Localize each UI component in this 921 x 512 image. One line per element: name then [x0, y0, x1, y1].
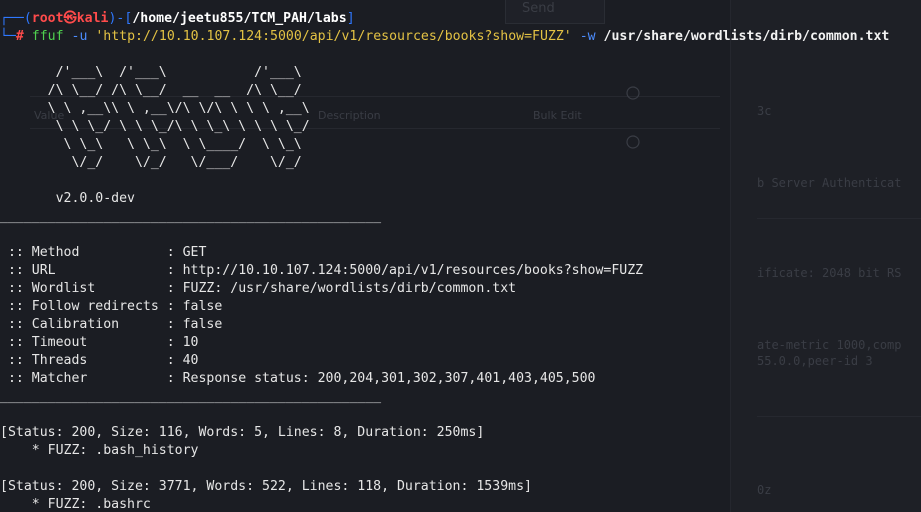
background-text-5: 55.0.0,peer-id 3: [757, 354, 873, 368]
config-value: : Response status: 200,204,301,302,307,4…: [166, 371, 596, 386]
config-row-method: :: Method : GET: [0, 244, 207, 262]
background-text-2: b Server Authenticat: [757, 176, 902, 190]
config-key: :: Calibration: [0, 317, 167, 332]
config-row-matcher: :: Matcher : Response status: 200,204,30…: [0, 370, 596, 388]
prompt-line: ┌──(root㉿kali)-[/home/jeetu855/TCM_PAH/l…: [0, 11, 355, 26]
banner-art-line: \ \ ,__\\ \ ,__\/\ \/\ \ \ \ ,__\: [0, 101, 310, 116]
config-value: : false: [166, 317, 223, 332]
config-key: :: Timeout: [0, 335, 167, 350]
result-fuzz-line: * FUZZ: .bashrc: [0, 497, 151, 512]
prompt-path: /home/jeetu855/TCM_PAH/labs: [132, 11, 347, 26]
config-row-follow-redirects: :: Follow redirects : false: [0, 298, 222, 316]
terminal-window[interactable]: Send Value Description Bulk Edit 3c b Se…: [0, 0, 921, 512]
background-text-1: 3c: [757, 104, 772, 118]
result-status-line: [Status: 200, Size: 3771, Words: 522, Li…: [0, 479, 532, 494]
command-flag-w: -w: [579, 29, 596, 44]
config-key: :: Threads: [0, 353, 167, 368]
config-key: :: URL: [0, 263, 167, 278]
background-bulk-edit: Bulk Edit: [533, 109, 582, 122]
config-key: :: Method: [0, 245, 167, 260]
config-value: : 40: [166, 353, 199, 368]
config-row-timeout: :: Timeout : 10: [0, 334, 199, 352]
config-row-threads: :: Threads : 40: [0, 352, 199, 370]
separator-bottom: ________________________________________…: [0, 389, 382, 404]
banner-version: v2.0.0-dev: [0, 191, 135, 206]
command-wordlist: /usr/share/wordlists/dirb/common.txt: [603, 29, 890, 44]
config-row-wordlist: :: Wordlist : FUZZ: /usr/share/wordlists…: [0, 280, 516, 298]
background-send-button: Send: [505, 0, 605, 24]
command-line[interactable]: └─# ffuf -u 'http://10.10.107.124:5000/a…: [0, 28, 889, 46]
config-value: : false: [166, 299, 223, 314]
banner-art-line: \ \_\ \ \_\ \ \____/ \ \_\: [0, 137, 302, 152]
background-info-icon-2: [626, 135, 640, 149]
background-panel: [730, 0, 921, 512]
skull-icon: ㉿: [63, 11, 77, 26]
background-info-icon: [626, 86, 640, 100]
banner-art-line: /'___\ /'___\ /'___\: [0, 65, 302, 80]
config-row-calibration: :: Calibration : false: [0, 316, 222, 334]
config-key: :: Matcher: [0, 371, 167, 386]
config-key: :: Wordlist: [0, 281, 167, 296]
background-description-label: Description: [318, 109, 381, 122]
separator-top: ________________________________________…: [0, 209, 382, 224]
prompt-user: root: [31, 11, 64, 26]
result-fuzz-line: * FUZZ: .bash_history: [0, 443, 199, 458]
banner-art-line: /\ \__/ /\ \__/ __ __ /\ \__/: [0, 83, 302, 98]
config-row-url: :: URL : http://10.10.107.124:5000/api/v…: [0, 262, 643, 280]
background-right-divider-2: [757, 416, 921, 417]
background-text-6: 0z: [757, 483, 772, 497]
config-value: : http://10.10.107.124:5000/api/v1/resou…: [166, 263, 644, 278]
command-url: 'http://10.10.107.124:5000/api/v1/resour…: [95, 29, 572, 44]
command-flag-u: -u: [71, 29, 88, 44]
config-value: : GET: [166, 245, 207, 260]
prompt-hash: #: [15, 29, 24, 44]
banner-art-line: \ \ \_/ \ \ \_/\ \ \_\ \ \ \ \_/: [0, 119, 310, 134]
config-value: : 10: [166, 335, 199, 350]
config-value: : FUZZ: /usr/share/wordlists/dirb/common…: [166, 281, 517, 296]
command-program: ffuf: [31, 29, 64, 44]
background-send-label: Send: [522, 1, 555, 16]
background-text-3: ificate: 2048 bit RS: [757, 266, 902, 280]
banner-art-line: \/_/ \/_/ \/___/ \/_/: [0, 155, 302, 170]
background-right-divider: [757, 218, 921, 219]
result-status-line: [Status: 200, Size: 116, Words: 5, Lines…: [0, 425, 485, 440]
prompt-host: kali: [76, 11, 109, 26]
config-key: :: Follow redirects: [0, 299, 167, 314]
